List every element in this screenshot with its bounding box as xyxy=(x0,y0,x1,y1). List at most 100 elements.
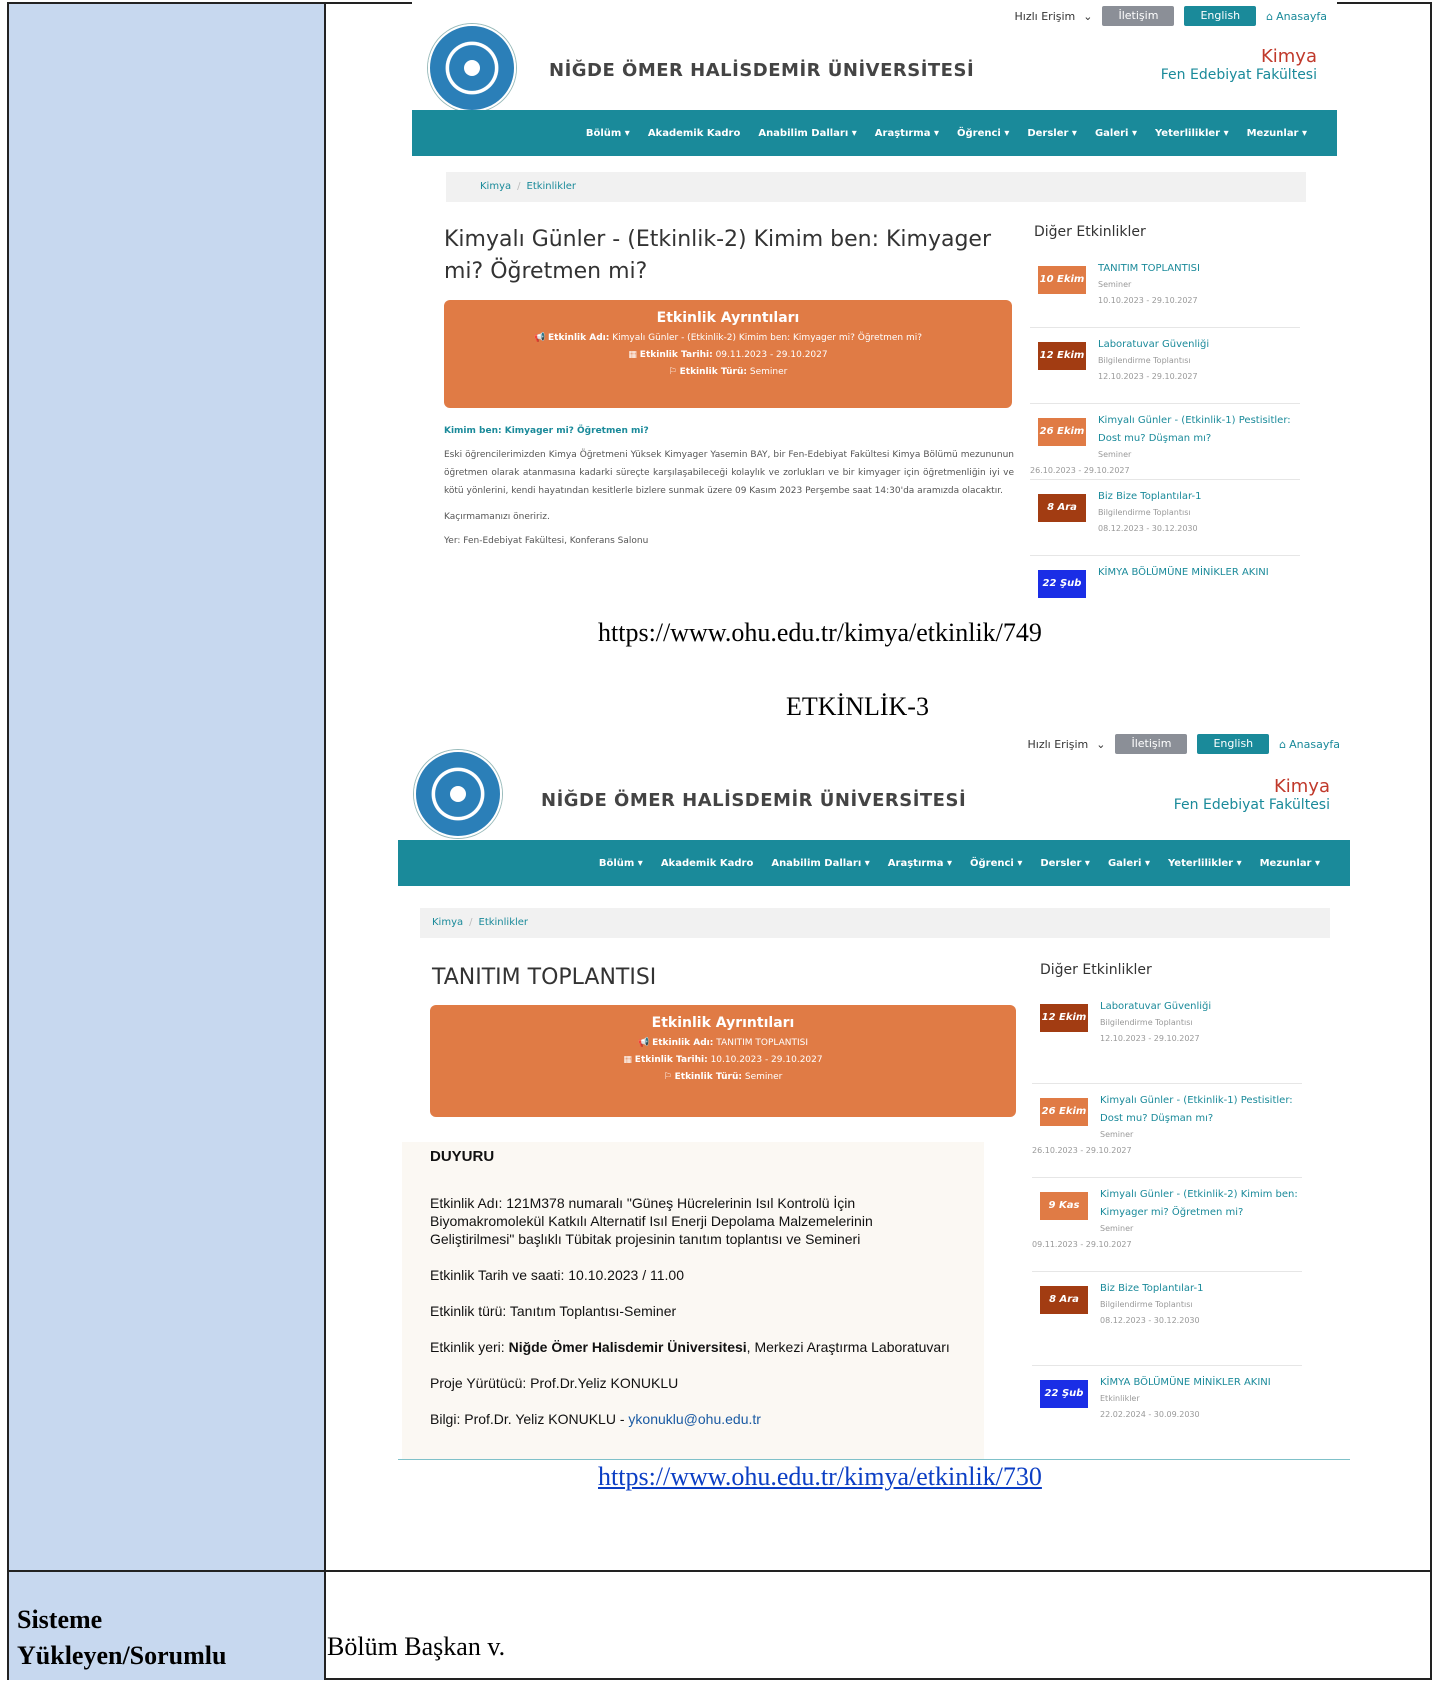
nav-item[interactable]: Galeri ▾ xyxy=(1095,128,1137,139)
event-type: Seminer xyxy=(1098,280,1132,289)
home-link[interactable]: ⌂ Anasayfa xyxy=(1279,738,1340,751)
nav-item[interactable]: Yeterlilikler ▾ xyxy=(1168,858,1242,869)
other-event-item[interactable]: 12 Ekim Laboratuvar Güvenliği Bilgilendirm… xyxy=(1032,998,1302,1084)
nav-item[interactable]: Galeri ▾ xyxy=(1108,858,1150,869)
event-title-link[interactable]: Laboratuvar Güvenliği xyxy=(1098,336,1298,354)
event-type-line: ⚐ Etkinlik Türü: Seminer xyxy=(663,1072,783,1082)
email-link[interactable]: ykonuklu@ohu.edu.tr xyxy=(628,1411,761,1427)
other-event-item[interactable]: 12 Ekim Laboratuvar Güvenliği Bilgilendirm… xyxy=(1030,336,1300,404)
other-event-item[interactable]: 26 Ekim Kimyalı Günler - (Etkinlik-1) Pes… xyxy=(1032,1092,1302,1178)
megaphone-icon: 📢 xyxy=(637,1038,650,1048)
nav-item[interactable]: Mezunlar ▾ xyxy=(1247,128,1307,139)
event-date-badge: 8 Ara xyxy=(1040,1286,1088,1314)
nav-item[interactable]: Akademik Kadro xyxy=(648,128,741,139)
website-screenshot-2: Hızlı Erişim ⌄ İletişim English ⌂ Anasayfa… xyxy=(398,730,1350,1460)
other-event-item[interactable]: 10 Ekim TANITIM TOPLANTISI Seminer 10.10.20… xyxy=(1030,260,1300,328)
nav-item[interactable]: Bölüm ▾ xyxy=(599,858,643,869)
nav-item[interactable]: Mezunlar ▾ xyxy=(1260,858,1320,869)
breadcrumb-home[interactable]: Kimya xyxy=(432,917,463,928)
university-logo[interactable] xyxy=(428,24,516,112)
announcement-info: Bilgi: Prof.Dr. Yeliz KONUKLU - ykonuklu… xyxy=(430,1411,761,1427)
event-title-link[interactable]: Laboratuvar Güvenliği xyxy=(1100,998,1300,1016)
faculty-name: Fen Edebiyat Fakültesi xyxy=(1173,797,1330,813)
event-date-badge: 22 Şub xyxy=(1038,570,1086,598)
other-events-heading: Diğer Etkinlikler xyxy=(1034,224,1146,240)
event-date-range: 26.10.2023 - 29.10.2027 xyxy=(1030,466,1130,475)
event-title-link[interactable]: Kimyalı Günler - (Etkinlik-2) Kimim ben:… xyxy=(1100,1186,1300,1222)
event-type: Bilgilendirme Toplantısı xyxy=(1098,356,1191,365)
english-button[interactable]: English xyxy=(1197,734,1270,754)
divider xyxy=(1032,1177,1302,1178)
event-date-badge: 9 Kas xyxy=(1040,1192,1088,1220)
event-type: Bilgilendirme Toplantısı xyxy=(1100,1018,1193,1027)
event-details-heading: Etkinlik Ayrıntıları xyxy=(651,1015,795,1031)
chevron-down-icon: ⌄ xyxy=(1096,737,1106,751)
nav-item[interactable]: Dersler ▾ xyxy=(1040,858,1090,869)
event-paragraph: Eski öğrencilerimizden Kimya Öğretmeni Y… xyxy=(444,450,1014,496)
breadcrumb: Kimya / Etkinlikler xyxy=(446,172,1306,202)
other-event-item[interactable]: 9 Kas Kimyalı Günler - (Etkinlik-2) Kimim… xyxy=(1032,1186,1302,1272)
event-date-range: 10.10.2023 - 29.10.2027 xyxy=(1098,296,1198,305)
announcement: DUYURU Etkinlik Adı: 121M378 numaralı "G… xyxy=(402,1142,984,1460)
english-button[interactable]: English xyxy=(1184,6,1257,26)
nav-item[interactable]: Araştırma ▾ xyxy=(888,858,952,869)
event-subheading: Kimim ben: Kimyager mi? Öğretmen mi? xyxy=(444,426,649,436)
divider xyxy=(1030,479,1300,480)
contact-button[interactable]: İletişim xyxy=(1115,734,1188,754)
event-date-badge: 22 Şub xyxy=(1040,1380,1088,1408)
nav-item[interactable]: Bölüm ▾ xyxy=(586,128,630,139)
event-name-line: 📢 Etkinlik Adı: TANITIM TOPLANTISI xyxy=(637,1038,809,1048)
breadcrumb-home[interactable]: Kimya xyxy=(480,181,511,192)
announcement-place: Etkinlik yeri: Niğde Ömer Halisdemir Üni… xyxy=(430,1339,950,1355)
nav-item[interactable]: Akademik Kadro xyxy=(661,858,754,869)
event-type: Bilgilendirme Toplantısı xyxy=(1100,1300,1193,1309)
breadcrumb: Kimya / Etkinlikler xyxy=(420,908,1330,938)
table-row-divider xyxy=(9,1570,1430,1572)
quick-access-menu[interactable]: Hızlı Erişim ⌄ xyxy=(1015,10,1093,23)
flag-icon: ⚐ xyxy=(668,367,677,377)
faculty-name: Fen Edebiyat Fakültesi xyxy=(1160,67,1317,83)
other-event-item[interactable]: 22 Şub KİMYA BÖLÜMÜNE MİNİKLER AKINI xyxy=(1030,564,1300,615)
nav-item[interactable]: Araştırma ▾ xyxy=(875,128,939,139)
caption-url-2[interactable]: https://www.ohu.edu.tr/kimya/etkinlik/73… xyxy=(598,1462,1042,1492)
other-event-item[interactable]: 8 Ara Biz Bize Toplantılar-1 Bilgilendirme… xyxy=(1032,1280,1302,1366)
event-body: Kimim ben: Kimyager mi? Öğretmen mi? Esk… xyxy=(444,422,1014,550)
nav-item[interactable]: Yeterlilikler ▾ xyxy=(1155,128,1229,139)
event-title-link[interactable]: KİMYA BÖLÜMÜNE MİNİKLER AKINI xyxy=(1098,564,1298,582)
other-event-item[interactable]: 22 Şub KİMYA BÖLÜMÜNE MİNİKLER AKINI Etkin… xyxy=(1032,1374,1302,1460)
event-title-link[interactable]: Kimyalı Günler - (Etkinlik-1) Pestisitle… xyxy=(1100,1092,1300,1128)
other-event-item[interactable]: 8 Ara Biz Bize Toplantılar-1 Bilgilendirme… xyxy=(1030,488,1300,556)
event-title-link[interactable]: Biz Bize Toplantılar-1 xyxy=(1098,488,1298,506)
top-bar: Hızlı Erişim ⌄ İletişim English ⌂ Anasayfa xyxy=(1015,6,1327,26)
other-event-item[interactable]: 26 Ekim Kimyalı Günler - (Etkinlik-1) Pes… xyxy=(1030,412,1300,480)
breadcrumb-current[interactable]: Etkinlikler xyxy=(479,917,529,928)
page-bottom-rule xyxy=(398,1459,1350,1460)
calendar-icon: ▦ xyxy=(623,1055,632,1065)
nav-item[interactable]: Öğrenci ▾ xyxy=(970,858,1022,869)
event-date-badge: 10 Ekim xyxy=(1038,266,1086,294)
event-title-link[interactable]: KİMYA BÖLÜMÜNE MİNİKLER AKINI xyxy=(1100,1374,1300,1392)
announcement-heading: DUYURU xyxy=(430,1148,495,1165)
event-date-line: ▦ Etkinlik Tarihi: 09.11.2023 - 29.10.20… xyxy=(628,350,828,360)
event-type: Seminer xyxy=(1100,1130,1134,1139)
contact-button[interactable]: İletişim xyxy=(1102,6,1175,26)
event-title-link[interactable]: Kimyalı Günler - (Etkinlik-1) Pestisitle… xyxy=(1098,412,1298,448)
divider xyxy=(1030,327,1300,328)
divider xyxy=(1032,1365,1302,1366)
document-page: Sisteme Yükleyen/Sorumlu Bölüm Başkan v.… xyxy=(0,0,1446,1682)
row-label-line-1: Sisteme xyxy=(17,1605,103,1634)
event-type-line: ⚐ Etkinlik Türü: Seminer xyxy=(668,367,788,377)
label-cell-top xyxy=(9,4,324,1570)
nav-item[interactable]: Öğrenci ▾ xyxy=(957,128,1009,139)
event-title-link[interactable]: Biz Bize Toplantılar-1 xyxy=(1100,1280,1300,1298)
university-logo[interactable] xyxy=(414,750,502,838)
nav-item[interactable]: Anabilim Dalları ▾ xyxy=(771,858,869,869)
breadcrumb-current[interactable]: Etkinlikler xyxy=(527,181,577,192)
event-title-link[interactable]: TANITIM TOPLANTISI xyxy=(1098,260,1298,278)
nav-item[interactable]: Dersler ▾ xyxy=(1027,128,1077,139)
quick-access-menu[interactable]: Hızlı Erişim ⌄ xyxy=(1028,738,1106,751)
nav-item[interactable]: Anabilim Dalları ▾ xyxy=(758,128,856,139)
home-link[interactable]: ⌂ Anasayfa xyxy=(1266,10,1327,23)
divider xyxy=(1032,1271,1302,1272)
row-label: Sisteme Yükleyen/Sorumlu xyxy=(17,1602,227,1674)
